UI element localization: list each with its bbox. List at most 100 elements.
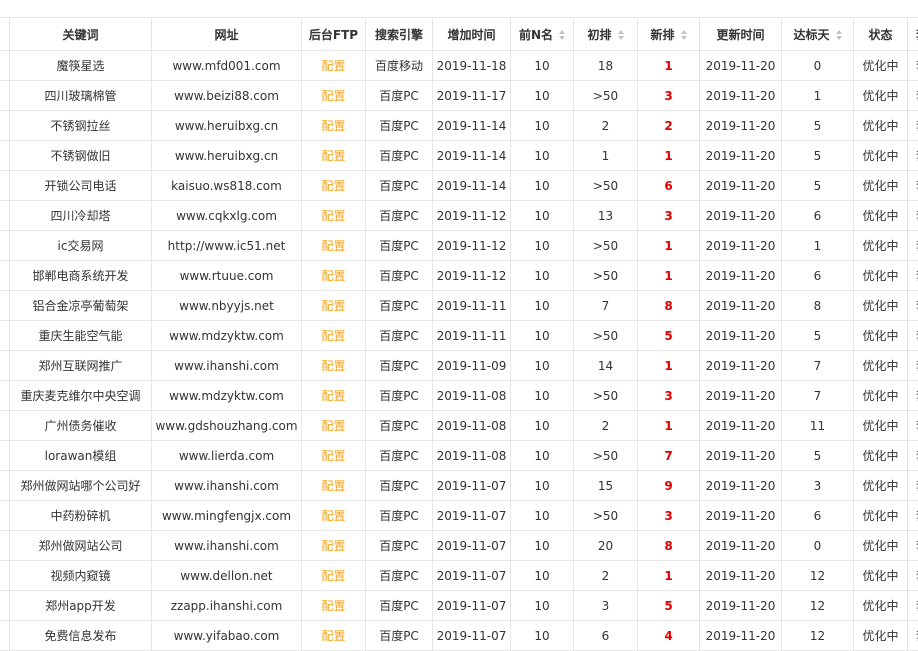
keyword-cell-container: 郑州app开发 bbox=[9, 590, 152, 621]
config-link[interactable]: 配置 bbox=[321, 269, 345, 283]
status-cell: 优化中 bbox=[862, 419, 899, 433]
config-link[interactable]: 配置 bbox=[321, 209, 345, 223]
config-link-container[interactable]: 配置 bbox=[301, 350, 366, 381]
status-cell-container: 优化中 bbox=[853, 110, 908, 141]
config-link[interactable]: 配置 bbox=[321, 509, 345, 523]
config-link[interactable]: 配置 bbox=[321, 629, 345, 643]
initial-rank-cell: 18 bbox=[597, 58, 614, 73]
sort-icon[interactable] bbox=[835, 30, 842, 40]
extra-cell-container: 套 bbox=[907, 560, 918, 591]
config-link-container[interactable]: 配置 bbox=[301, 230, 366, 261]
keyword-cell: 魔筷星选 bbox=[56, 59, 105, 73]
topn-cell-container: 10 bbox=[510, 350, 574, 381]
status-cell-container: 优化中 bbox=[853, 200, 908, 231]
config-link[interactable]: 配置 bbox=[321, 299, 345, 313]
config-link[interactable]: 配置 bbox=[321, 149, 345, 163]
config-link-container[interactable]: 配置 bbox=[301, 470, 366, 501]
engine-cell-container: 百度移动 bbox=[365, 50, 433, 81]
config-link-container[interactable]: 配置 bbox=[301, 620, 366, 651]
header-new[interactable]: 新排 bbox=[637, 17, 700, 51]
url-cell: www.nbyyjs.net bbox=[179, 298, 274, 313]
config-link[interactable]: 配置 bbox=[321, 89, 345, 103]
new-rank-cell: 1 bbox=[664, 238, 673, 253]
updated-date-cell: 2019-11-20 bbox=[705, 448, 776, 463]
status-cell: 优化中 bbox=[862, 509, 899, 523]
config-link-container[interactable]: 配置 bbox=[301, 410, 366, 441]
config-link[interactable]: 配置 bbox=[321, 359, 345, 373]
top-spacer bbox=[0, 0, 918, 17]
days-cell: 5 bbox=[813, 148, 822, 163]
config-link-container[interactable]: 配置 bbox=[301, 440, 366, 471]
updated-date-cell: 2019-11-20 bbox=[705, 598, 776, 613]
config-link-container[interactable]: 配置 bbox=[301, 560, 366, 591]
config-link-container[interactable]: 配置 bbox=[301, 110, 366, 141]
updated-date-cell-container: 2019-11-20 bbox=[699, 410, 782, 441]
days-cell-container: 12 bbox=[781, 590, 854, 621]
config-link-container[interactable]: 配置 bbox=[301, 380, 366, 411]
status-cell: 优化中 bbox=[862, 239, 899, 253]
config-link[interactable]: 配置 bbox=[321, 419, 345, 433]
days-cell-container: 0 bbox=[781, 50, 854, 81]
engine-cell: 百度PC bbox=[379, 599, 419, 613]
days-cell-container: 12 bbox=[781, 620, 854, 651]
days-cell: 12 bbox=[809, 628, 826, 643]
keyword-cell: 四川玻璃棉管 bbox=[44, 89, 117, 103]
topn-cell-container: 10 bbox=[510, 620, 574, 651]
url-cell-container: www.heruibxg.cn bbox=[151, 140, 302, 171]
initial-rank-cell-container: 6 bbox=[573, 620, 638, 651]
config-link-container[interactable]: 配置 bbox=[301, 260, 366, 291]
config-link[interactable]: 配置 bbox=[321, 539, 345, 553]
config-link[interactable]: 配置 bbox=[321, 239, 345, 253]
config-link[interactable]: 配置 bbox=[321, 329, 345, 343]
status-cell-container: 优化中 bbox=[853, 260, 908, 291]
initial-rank-cell-container: >50 bbox=[573, 80, 638, 111]
config-link-container[interactable]: 配置 bbox=[301, 80, 366, 111]
added-date-cell-container: 2019-11-09 bbox=[432, 350, 511, 381]
status-cell: 优化中 bbox=[862, 569, 899, 583]
keyword-cell-container: 重庆生能空气能 bbox=[9, 320, 152, 351]
topn-cell: 10 bbox=[534, 58, 550, 73]
topn-cell: 10 bbox=[534, 568, 550, 583]
config-link-container[interactable]: 配置 bbox=[301, 50, 366, 81]
added-date-cell-container: 2019-11-12 bbox=[432, 260, 511, 291]
header-topn[interactable]: 前N名 bbox=[510, 17, 574, 51]
config-link[interactable]: 配置 bbox=[321, 569, 345, 583]
added-date-cell-container: 2019-11-07 bbox=[432, 500, 511, 531]
header-days[interactable]: 达标天 bbox=[781, 17, 854, 51]
config-link-container[interactable]: 配置 bbox=[301, 530, 366, 561]
config-link-container[interactable]: 配置 bbox=[301, 200, 366, 231]
config-link[interactable]: 配置 bbox=[321, 599, 345, 613]
added-date-cell: 2019-11-07 bbox=[436, 598, 507, 613]
header-initial[interactable]: 初排 bbox=[573, 17, 638, 51]
engine-cell-container: 百度PC bbox=[365, 110, 433, 141]
url-cell-container: www.mfd001.com bbox=[151, 50, 302, 81]
days-cell: 6 bbox=[813, 208, 822, 223]
topn-cell-container: 10 bbox=[510, 530, 574, 561]
topn-cell: 10 bbox=[534, 418, 550, 433]
config-link-container[interactable]: 配置 bbox=[301, 320, 366, 351]
config-link[interactable]: 配置 bbox=[321, 59, 345, 73]
header-keyword: 关键词 bbox=[9, 17, 152, 51]
config-link-container[interactable]: 配置 bbox=[301, 290, 366, 321]
config-link-container[interactable]: 配置 bbox=[301, 170, 366, 201]
table-row: 四川冷却塔 www.cqkxlg.com 配置 百度PC 2019-11-12 10 13 3… bbox=[0, 200, 918, 231]
keyword-cell-container: 中药粉碎机 bbox=[9, 500, 152, 531]
config-link[interactable]: 配置 bbox=[321, 449, 345, 463]
config-link[interactable]: 配置 bbox=[321, 119, 345, 133]
status-cell: 优化中 bbox=[862, 329, 899, 343]
keyword-cell: 郑州互联网推广 bbox=[38, 359, 123, 373]
topn-cell: 10 bbox=[534, 448, 550, 463]
updated-date-cell: 2019-11-20 bbox=[705, 538, 776, 553]
config-link[interactable]: 配置 bbox=[321, 479, 345, 493]
config-link[interactable]: 配置 bbox=[321, 389, 345, 403]
config-link-container[interactable]: 配置 bbox=[301, 590, 366, 621]
config-link[interactable]: 配置 bbox=[321, 179, 345, 193]
config-link-container[interactable]: 配置 bbox=[301, 140, 366, 171]
added-date-cell-container: 2019-11-08 bbox=[432, 380, 511, 411]
topn-cell-container: 10 bbox=[510, 110, 574, 141]
config-link-container[interactable]: 配置 bbox=[301, 500, 366, 531]
sort-icon[interactable] bbox=[559, 30, 566, 40]
extra-cell-container: 套 bbox=[907, 290, 918, 321]
sort-icon[interactable] bbox=[617, 30, 624, 40]
sort-icon[interactable] bbox=[680, 30, 687, 40]
